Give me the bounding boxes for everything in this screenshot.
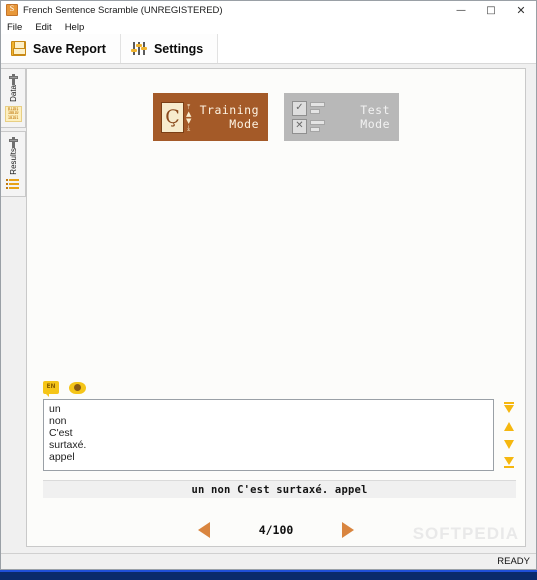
menu-item-file[interactable]: File [7,22,22,33]
word-tools: EN [27,381,525,399]
pin-icon [8,136,18,148]
status-text: READY [497,556,530,567]
move-down-button[interactable] [501,437,517,451]
title-bar: French Sentence Scramble (UNREGISTERED) … [1,1,536,20]
mode-selector: Ç ⤒ ▲ ▼ ⤓ Training Mode ✓ ✕ Test Mode [27,93,525,141]
list-item[interactable]: appel [49,451,488,463]
sidebar: Data 01101 10010 10101 Results [1,64,26,553]
list-item[interactable]: un [49,403,488,415]
settings-label: Settings [153,41,204,56]
sidebar-tab-data-label: Data [8,85,18,102]
move-to-bottom-button[interactable] [501,455,517,469]
menu-bar: File Edit Help [1,20,536,34]
binary-data-icon: 01101 10010 10101 [4,105,22,122]
answer-sentence: un non C'est surtaxé. appel [191,483,368,496]
list-lines-icon [5,178,21,191]
menu-item-edit[interactable]: Edit [35,22,51,33]
pin-icon [8,74,18,85]
c-cedilla-card-icon: Ç ⤒ ▲ ▼ ⤓ [161,101,191,133]
next-button[interactable] [339,520,355,540]
window-title: French Sentence Scramble (UNREGISTERED) [23,4,223,16]
app-window: French Sentence Scramble (UNREGISTERED) … [0,0,537,570]
sidebar-tab-results[interactable]: Results [1,130,26,197]
training-mode-button[interactable]: Ç ⤒ ▲ ▼ ⤓ Training Mode [153,93,268,141]
menu-item-help[interactable]: Help [65,22,85,33]
list-item[interactable]: surtaxé. [49,439,488,451]
save-report-button[interactable]: Save Report [1,34,121,63]
sidebar-tab-results-label: Results [8,147,18,175]
window-controls: — □ ✕ [446,1,536,19]
navigation-bar: 4/100 [27,520,525,540]
list-item[interactable]: C'est [49,427,488,439]
training-mode-label: Training Mode [199,103,259,131]
app-icon [6,3,18,16]
en-speech-bubble-icon[interactable]: EN [43,381,59,397]
eye-icon[interactable] [69,381,86,394]
sliders-icon [130,41,147,56]
word-area: un non C'est surtaxé. appel [27,399,525,471]
page-counter: 4/100 [258,523,294,537]
content-area: Data 011011001010101 Results Ç ⤒▲▼⤓ [1,64,536,553]
word-list[interactable]: un non C'est surtaxé. appel [43,399,494,471]
move-up-button[interactable] [501,419,517,433]
settings-button[interactable]: Settings [120,34,219,63]
test-mode-label: Test Mode [360,103,390,131]
move-to-top-button[interactable] [501,401,517,415]
maximize-button[interactable]: □ [476,1,506,19]
order-controls [501,399,517,469]
list-item[interactable]: non [49,415,488,427]
main-panel: Ç ⤒▲▼⤓ Training Mode ✓ ✕ Test Mode EN [26,68,526,547]
taskbar [0,570,537,580]
checkbox-list-icon: ✓ ✕ [292,100,325,134]
toolbar: Save Report Settings [1,34,536,64]
panel-spacer [27,141,525,381]
status-bar: READY [1,553,536,569]
save-report-label: Save Report [33,41,106,56]
sidebar-tab-data[interactable]: Data 01101 10010 10101 [1,68,26,128]
previous-button[interactable] [197,520,213,540]
floppy-disk-icon [11,41,26,56]
test-mode-button[interactable]: ✓ ✕ Test Mode [284,93,399,141]
minimize-button[interactable]: — [446,1,476,19]
answer-bar: un non C'est surtaxé. appel [43,480,516,498]
close-button[interactable]: ✕ [506,1,536,19]
